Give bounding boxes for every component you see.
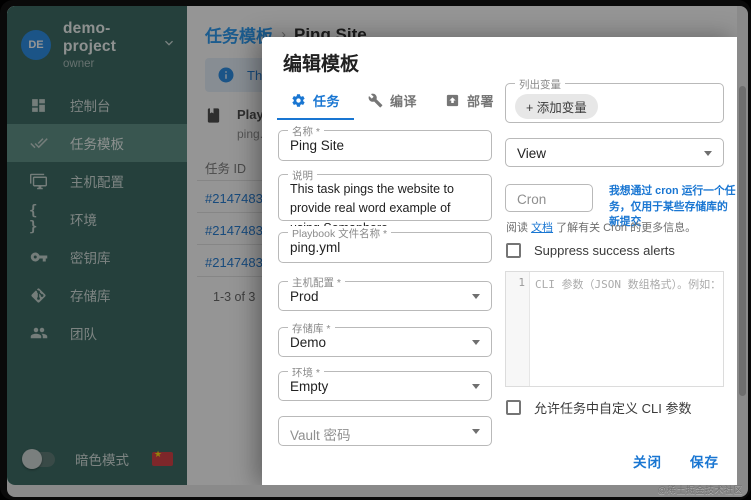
window-frame: @稀土掘金技术社区 DE demo-project owner 控制台 任务模板… bbox=[7, 6, 748, 497]
vault-password-placeholder: Vault 密码 bbox=[290, 428, 351, 443]
tab-deploy[interactable]: 部署 bbox=[431, 81, 508, 120]
description-field[interactable]: 说明 This task pings the website to provid… bbox=[278, 168, 492, 235]
dialog-title: 编辑模板 bbox=[283, 54, 360, 75]
tab-label: 任务 bbox=[313, 94, 341, 109]
inventory-select[interactable]: 主机配置 * Prod bbox=[278, 275, 492, 311]
app-surface: DE demo-project owner 控制台 任务模板 主机配置 {} … bbox=[7, 6, 737, 485]
app-window: @稀土掘金技术社区 DE demo-project owner 控制台 任务模板… bbox=[0, 0, 751, 500]
gear-icon bbox=[291, 93, 306, 108]
chevron-down-icon bbox=[472, 429, 480, 434]
tab-task[interactable]: 任务 bbox=[277, 81, 355, 120]
allow-cli-checkbox-row[interactable]: 允许任务中自定义 CLI 参数 bbox=[506, 398, 691, 417]
tab-label: 编译 bbox=[390, 94, 418, 109]
dialog-actions: 关闭 保存 bbox=[633, 451, 719, 471]
environment-select[interactable]: 环境 * Empty bbox=[278, 365, 492, 401]
dialog-tabs: 任务 编译 部署 bbox=[277, 81, 508, 120]
tab-build[interactable]: 编译 bbox=[354, 81, 431, 120]
chevron-down-icon bbox=[472, 340, 480, 345]
cron-input[interactable]: Cron bbox=[505, 184, 593, 212]
close-button[interactable]: 关闭 bbox=[633, 451, 662, 471]
docs-link[interactable]: 文档 bbox=[531, 222, 553, 234]
name-field[interactable]: 名称 * Ping Site bbox=[278, 124, 492, 161]
save-button[interactable]: 保存 bbox=[690, 451, 719, 471]
deploy-box-icon bbox=[445, 93, 460, 108]
suppress-alerts-label: Suppress success alerts bbox=[534, 243, 675, 258]
allow-cli-label: 允许任务中自定义 CLI 参数 bbox=[534, 401, 692, 416]
page-scrollbar[interactable] bbox=[739, 86, 746, 396]
chevron-down-icon bbox=[704, 150, 712, 156]
vault-password-select[interactable]: Vault 密码 bbox=[278, 416, 492, 446]
chevron-down-icon bbox=[472, 294, 480, 299]
chevron-down-icon bbox=[472, 384, 480, 389]
edit-template-dialog: 编辑模板 任务 编译 部署 名称 * Ping Site 说明 This tas… bbox=[262, 37, 737, 485]
view-value: View bbox=[517, 146, 547, 161]
playbook-filename-field[interactable]: Playbook 文件名称 * ping.yml bbox=[278, 226, 492, 263]
add-variable-chip[interactable]: + 添加变量 bbox=[515, 94, 598, 119]
survey-vars-fieldset: 列出变量 + 添加变量 bbox=[505, 77, 724, 123]
cron-note: 阅读 文档 了解有关 Cron 的更多信息。 bbox=[506, 222, 697, 234]
view-select[interactable]: View bbox=[505, 138, 724, 167]
suppress-alerts-checkbox-row[interactable]: Suppress success alerts bbox=[506, 243, 675, 258]
cron-placeholder: Cron bbox=[517, 192, 547, 207]
cli-args-editor[interactable]: 1 CLI 参数（JSON 数组格式）。例如：[ "- bbox=[505, 271, 724, 387]
tab-label: 部署 bbox=[467, 94, 495, 109]
repository-select[interactable]: 存储库 * Demo bbox=[278, 321, 492, 357]
checkbox-icon bbox=[506, 243, 521, 258]
wrench-icon bbox=[368, 93, 383, 108]
checkbox-icon bbox=[506, 400, 521, 415]
editor-placeholder: CLI 参数（JSON 数组格式）。例如：[ "- bbox=[535, 278, 723, 291]
editor-line-number: 1 bbox=[506, 272, 530, 386]
